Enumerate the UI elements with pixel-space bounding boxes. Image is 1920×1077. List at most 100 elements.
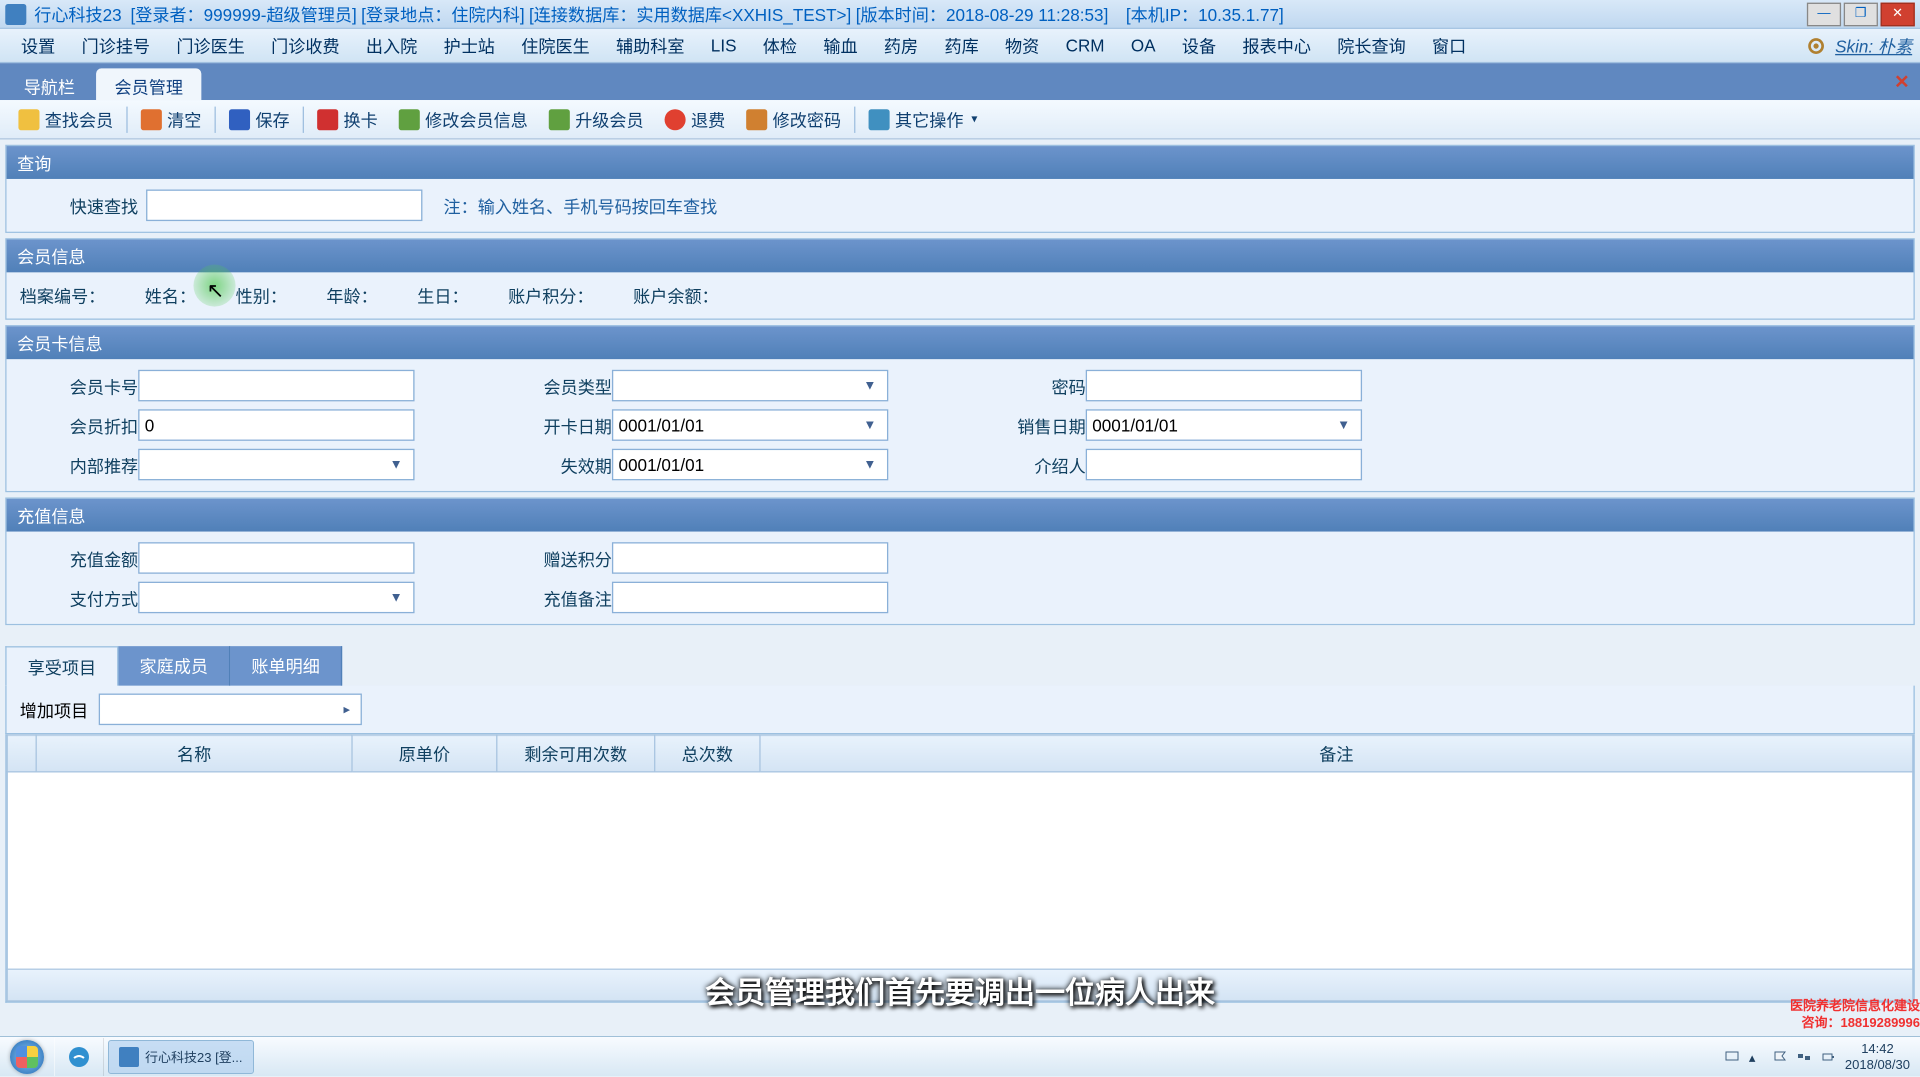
search-section: 查询 快速查找 注：输入姓名、手机号码按回车查找 (5, 145, 1915, 233)
skin-label[interactable]: Skin: 朴素 (1835, 33, 1912, 58)
tray-desktop-icon[interactable] (1725, 1050, 1739, 1064)
recharge-remark-input[interactable] (612, 582, 888, 614)
discount-input[interactable] (138, 409, 414, 441)
login-loc: [登录地点：住院内科] (361, 1, 524, 26)
grid-col-total[interactable]: 总次数 (655, 735, 760, 772)
app-icon (119, 1047, 139, 1067)
referrer-input[interactable] (1086, 449, 1362, 481)
start-button[interactable] (0, 1037, 54, 1077)
menu-pharmacy[interactable]: 药房 (871, 29, 932, 62)
taskbar: 行心科技23 [登... ▴ 14:422018/08/30 (0, 1036, 1920, 1076)
tray-network-icon[interactable] (1797, 1050, 1811, 1064)
other-ops-button[interactable]: 其它操作▾ (858, 103, 988, 136)
menu-device[interactable]: 设备 (1169, 29, 1230, 62)
menu-nurse[interactable]: 护士站 (430, 29, 508, 62)
chevron-right-icon: ▸ (338, 702, 355, 716)
items-grid: 名称 原单价 剩余可用次数 总次数 备注 (5, 734, 1915, 1002)
grid-col-price[interactable]: 原单价 (352, 735, 497, 772)
menu-physical[interactable]: 体检 (750, 29, 811, 62)
menu-aux[interactable]: 辅助科室 (603, 29, 698, 62)
expire-date-picker[interactable]: 0001/01/01▼ (612, 449, 888, 481)
tray-clock[interactable]: 14:422018/08/30 (1845, 1041, 1910, 1072)
menu-outpatient-fee[interactable]: 门诊收费 (258, 29, 353, 62)
pay-type-combo[interactable]: ▼ (138, 582, 414, 614)
tab-strip: 导航栏 会员管理 ✕ (0, 63, 1920, 100)
grid-col-name[interactable]: 名称 (36, 735, 352, 772)
menu-crm[interactable]: CRM (1052, 32, 1117, 60)
member-type-combo[interactable]: ▼ (612, 370, 888, 402)
skin-gear-icon[interactable] (1806, 35, 1827, 56)
chevron-down-icon: ▼ (1332, 418, 1356, 432)
grid-col-remain[interactable]: 剩余可用次数 (497, 735, 655, 772)
open-date-picker[interactable]: 0001/01/01▼ (612, 409, 888, 441)
menu-report[interactable]: 报表中心 (1229, 29, 1324, 62)
taskbar-app-button[interactable]: 行心科技23 [登... (108, 1040, 254, 1074)
sale-date-label: 销售日期 (941, 413, 1086, 438)
recharge-section: 充值信息 充值金额 赠送积分 支付方式▼ 充值备注 (5, 497, 1915, 625)
inner-tab-family[interactable]: 家庭成员 (118, 646, 230, 685)
internal-rec-combo[interactable]: ▼ (138, 449, 414, 481)
login-user: [登录者：999999-超级管理员] (130, 1, 356, 26)
menu-lis[interactable]: LIS (698, 32, 750, 60)
inner-tab-items[interactable]: 享受项目 (5, 646, 118, 685)
save-button[interactable]: 保存 (218, 103, 300, 136)
menu-drugstore[interactable]: 药库 (931, 29, 992, 62)
age-label: 年龄： (326, 283, 377, 308)
quick-search-input[interactable] (146, 190, 422, 222)
menu-inpatient-doc[interactable]: 住院医生 (508, 29, 603, 62)
bonus-points-input[interactable] (612, 542, 888, 574)
edit-icon (399, 109, 420, 130)
db-info: [连接数据库：实用数据库<XXHIS_TEST>] (529, 1, 851, 26)
menu-window[interactable]: 窗口 (1419, 29, 1480, 62)
tab-member[interactable]: 会员管理 (96, 68, 201, 100)
find-member-button[interactable]: 查找会员 (8, 103, 124, 136)
menu-blood[interactable]: 输血 (810, 29, 871, 62)
menu-admission[interactable]: 出入院 (353, 29, 431, 62)
grid-col-remark[interactable]: 备注 (760, 735, 1913, 772)
grid-col-rowheader[interactable] (7, 735, 36, 772)
recharge-header: 充值信息 (7, 499, 1914, 532)
add-item-combo[interactable]: ▸ (99, 694, 362, 726)
maximize-button[interactable]: ❐ (1844, 2, 1878, 26)
name-label: 姓名： (145, 283, 196, 308)
tab-close-icon[interactable]: ✕ (1894, 71, 1909, 93)
refund-icon (665, 109, 686, 130)
swap-card-button[interactable]: 换卡 (307, 103, 389, 136)
host-ip: [本机IP：10.35.1.77] (1126, 1, 1284, 26)
recharge-amount-input[interactable] (138, 542, 414, 574)
clear-icon (141, 109, 162, 130)
sale-date-picker[interactable]: 0001/01/01▼ (1086, 409, 1362, 441)
quick-search-label: 快速查找 (20, 193, 138, 218)
tray-battery-icon[interactable] (1821, 1050, 1835, 1064)
menu-dean[interactable]: 院长查询 (1324, 29, 1419, 62)
card-no-label: 会员卡号 (20, 373, 138, 398)
menu-oa[interactable]: OA (1118, 32, 1169, 60)
password-input[interactable] (1086, 370, 1362, 402)
card-no-input[interactable] (138, 370, 414, 402)
upgrade-member-button[interactable]: 升级会员 (538, 103, 654, 136)
video-subtitle: 会员管理我们首先要调出一位病人出来 (705, 968, 1215, 1012)
refund-button[interactable]: 退费 (654, 103, 736, 136)
points-label: 账户积分： (508, 283, 594, 308)
menu-material[interactable]: 物资 (992, 29, 1053, 62)
version-time: [版本时间：2018-08-29 11:28:53] (856, 1, 1109, 26)
inner-tab-bill[interactable]: 账单明细 (230, 646, 342, 685)
tray-flag-icon[interactable] (1773, 1050, 1787, 1064)
card-info-header: 会员卡信息 (7, 326, 1914, 359)
tray-up-icon[interactable]: ▴ (1749, 1050, 1763, 1064)
open-date-label: 开卡日期 (467, 413, 612, 438)
close-button[interactable]: ✕ (1881, 2, 1915, 26)
pinned-weather[interactable] (54, 1038, 104, 1076)
clear-button[interactable]: 清空 (130, 103, 212, 136)
member-info-section: 会员信息 档案编号： 姓名： 性别： 年龄： 生日： 账户积分： 账户余额： ↖ (5, 238, 1915, 320)
menu-outpatient-reg[interactable]: 门诊挂号 (68, 29, 163, 62)
menu-settings[interactable]: 设置 (8, 29, 69, 62)
edit-member-button[interactable]: 修改会员信息 (388, 103, 538, 136)
chevron-down-icon: ▼ (858, 457, 882, 471)
change-pwd-button[interactable]: 修改密码 (736, 103, 852, 136)
balance-label: 账户余额： (633, 283, 719, 308)
tab-nav[interactable]: 导航栏 (5, 68, 93, 100)
recharge-remark-label: 充值备注 (467, 585, 612, 610)
minimize-button[interactable]: — (1807, 2, 1841, 26)
menu-outpatient-doc[interactable]: 门诊医生 (163, 29, 258, 62)
